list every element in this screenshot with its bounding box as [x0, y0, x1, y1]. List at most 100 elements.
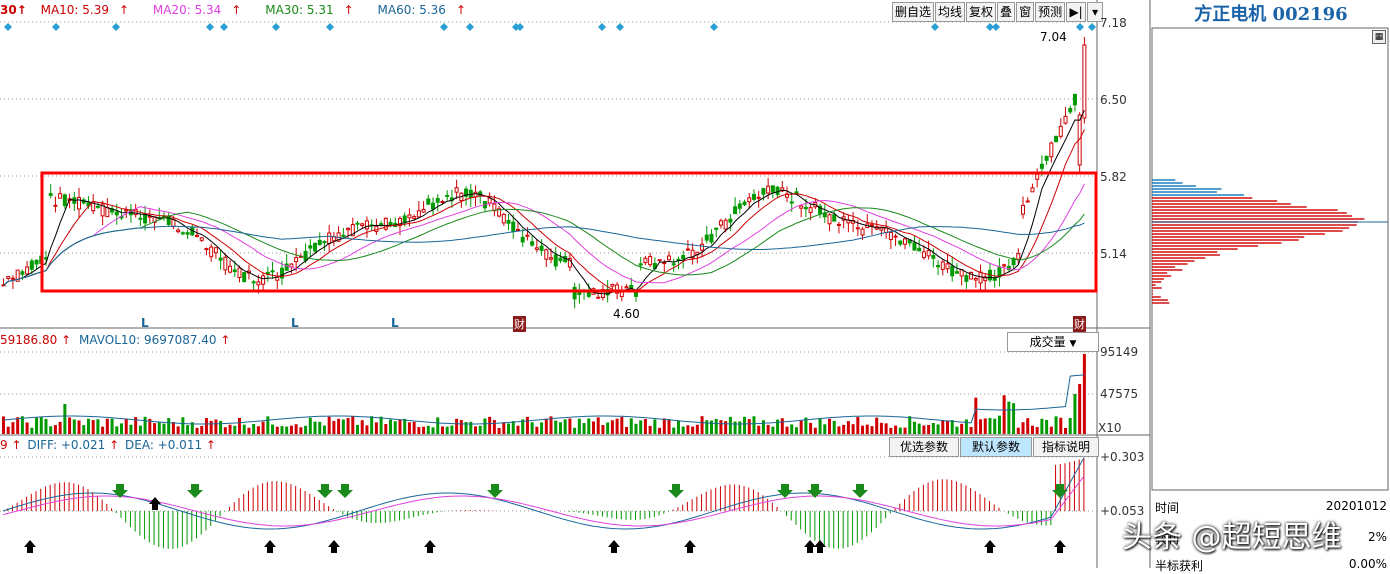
signal-diamond-icon [1076, 23, 1084, 31]
marker-l-1: L [141, 316, 149, 330]
volume-bar [761, 420, 765, 434]
candle-body [133, 208, 138, 216]
volume-bar [993, 418, 997, 434]
volume-bar [573, 427, 577, 434]
volume-bar [322, 425, 326, 434]
forecast-button[interactable]: 预测 [1035, 2, 1066, 22]
up-arrow-icon: ↑ [109, 438, 120, 452]
candle-body [228, 265, 233, 273]
candle-body [936, 265, 941, 268]
candle-body [360, 223, 365, 227]
optimal-params-button[interactable]: 优选参数 [889, 437, 959, 457]
default-params-button[interactable]: 默认参数 [960, 437, 1032, 457]
volume-bar [1035, 427, 1039, 434]
ma-button[interactable]: 均线 [935, 2, 966, 22]
volume-bar [511, 421, 515, 434]
volume-bar [379, 416, 383, 434]
candle-body [454, 187, 459, 193]
candle-body [195, 234, 200, 237]
candle-body [704, 234, 709, 241]
candle-body [114, 211, 119, 216]
volume-bar [247, 427, 251, 434]
candle-body [718, 220, 723, 226]
chart-canvas[interactable] [0, 0, 1390, 568]
volume-bar [1049, 426, 1053, 434]
candle-body [610, 283, 615, 287]
volume-bar [544, 418, 548, 434]
volume-bar [11, 422, 15, 434]
volume-bar [110, 418, 114, 434]
volume-bar [459, 420, 463, 434]
candle-body [223, 256, 228, 271]
candle-body [29, 260, 34, 270]
volume-bar [563, 419, 567, 434]
volume-bar [233, 425, 237, 434]
volume-bar [766, 424, 770, 434]
volume-bar [832, 420, 836, 434]
volume-bar [946, 420, 949, 434]
volume-bar [186, 425, 190, 434]
volume-bar [714, 419, 718, 434]
ma-line-ma5 [3, 109, 1085, 295]
macd-legend: 9 ↑ DIFF: +0.021 ↑ DEA: +0.011 ↑ [0, 438, 216, 452]
volume-bar [356, 425, 359, 434]
candle-body [888, 231, 893, 241]
candle-body [667, 255, 672, 261]
volume-bar [700, 416, 704, 434]
marker-finance-2[interactable]: 财 [1073, 316, 1086, 332]
volume-tick-high: 95149 [1100, 345, 1139, 359]
volume-bar [327, 416, 331, 434]
candle-body [308, 245, 313, 249]
volume-bar [403, 418, 407, 434]
signal-diamond-icon [112, 23, 120, 31]
volume-bar [846, 421, 850, 434]
price-tick-514: 5.14 [1100, 247, 1127, 261]
buy-arrow-icon [684, 540, 696, 553]
volume-bar [861, 425, 865, 434]
arrow-right-icon[interactable]: ▶| [1066, 2, 1087, 22]
volume-bar [223, 427, 227, 434]
volume-bar [615, 418, 619, 434]
candle-body [869, 224, 874, 227]
volume-bar [238, 417, 241, 434]
candle-body [213, 247, 218, 254]
indicator-help-button[interactable]: 指标说明 [1033, 437, 1099, 457]
candle-body [898, 240, 903, 245]
candle-body [473, 191, 478, 198]
volume-bar [365, 425, 369, 434]
volume-bar [346, 418, 350, 434]
settings-icon[interactable]: ▦ [1372, 30, 1386, 44]
volume-bar [209, 420, 213, 434]
volume-bar [525, 416, 529, 434]
info-row3-value: 0.00% [1348, 557, 1387, 571]
candle-body [1044, 155, 1049, 161]
marker-l-2: L [291, 316, 299, 330]
overlay-button[interactable]: 叠 [997, 2, 1016, 22]
volume-bar [337, 418, 341, 434]
adjust-button[interactable]: 复权 [966, 2, 997, 22]
sell-arrow-icon [337, 484, 353, 498]
delete-favorite-button[interactable]: 删自选 [892, 2, 935, 22]
volume-select-label: 成交量 [1029, 335, 1066, 349]
volume-bar [507, 423, 511, 434]
candle-body [747, 197, 752, 203]
ma60-label: MA60: 5.36 ↑ [377, 3, 467, 17]
marker-finance-1[interactable]: 财 [513, 316, 526, 332]
candle-body [572, 286, 577, 300]
volume-indicator-select[interactable]: 成交量 ▼ [1007, 332, 1099, 352]
candle-body [412, 216, 417, 219]
volume-bar [96, 419, 100, 434]
volume-bar [587, 418, 591, 434]
volume-value: 59186.80 [0, 333, 58, 347]
window-button[interactable]: 窗 [1016, 2, 1035, 22]
volume-bar [351, 416, 355, 434]
volume-bar [898, 427, 902, 434]
chart-toolbar: 删自选 均线 复权 叠 窗 预测 ▶| ▾ [892, 2, 1104, 22]
candle-body [355, 222, 360, 225]
candle-body [374, 225, 379, 232]
candle-body [808, 207, 813, 213]
candle-body [6, 276, 11, 279]
volume-bar [625, 426, 629, 434]
volume-bar [724, 421, 728, 434]
candle-body [917, 247, 922, 252]
